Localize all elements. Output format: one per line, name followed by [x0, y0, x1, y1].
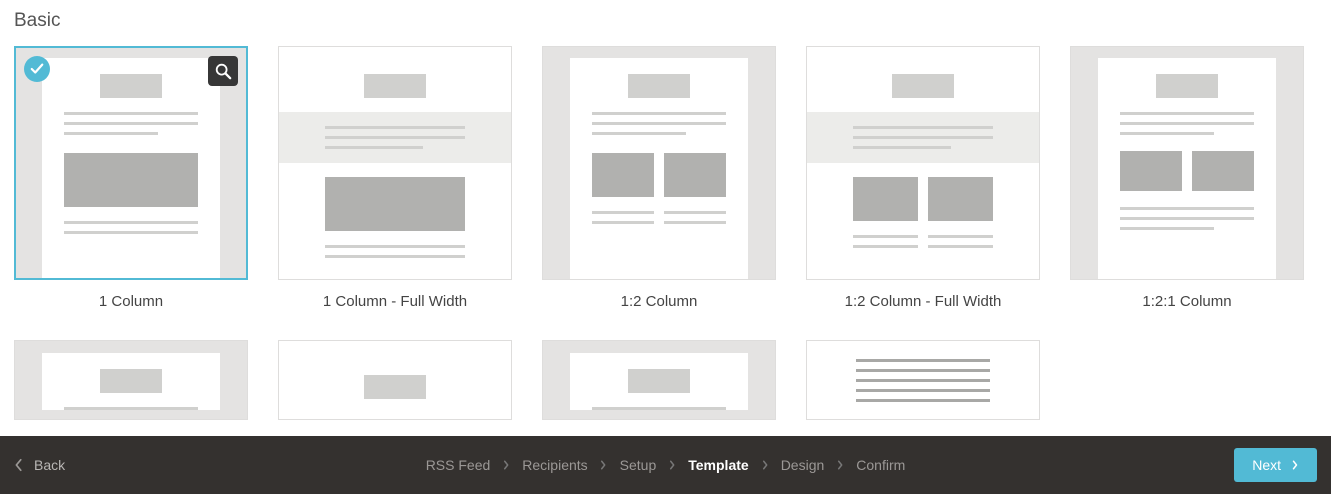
placeholder-image [853, 177, 918, 221]
template-card-partial[interactable] [14, 340, 248, 420]
placeholder-block [892, 74, 954, 98]
wizard-footer: Back RSS Feed Recipients Setup Template … [0, 436, 1331, 494]
placeholder-line [1120, 207, 1254, 210]
template-card-1-2-column-full-width[interactable] [806, 46, 1040, 280]
chevron-left-icon [14, 458, 24, 472]
chevron-right-icon [600, 459, 608, 471]
placeholder-block [100, 369, 162, 393]
placeholder-line [856, 379, 990, 382]
next-button[interactable]: Next [1234, 448, 1317, 482]
section-title: Basic [14, 10, 1317, 32]
template-card-1-2-1-column[interactable] [1070, 46, 1304, 280]
placeholder-line [64, 231, 198, 234]
template-card-partial[interactable] [542, 340, 776, 420]
placeholder-image [64, 153, 198, 207]
placeholder-block [628, 74, 690, 98]
placeholder-line [325, 146, 423, 149]
chevron-right-icon [761, 459, 769, 471]
template-card-partial[interactable] [806, 340, 1040, 420]
placeholder-line [64, 132, 158, 135]
breadcrumb-step-setup[interactable]: Setup [620, 457, 657, 473]
placeholder-image [1192, 151, 1254, 191]
next-label: Next [1252, 457, 1281, 473]
placeholder-line [1120, 132, 1214, 135]
template-label: 1:2 Column - Full Width [845, 293, 1002, 310]
placeholder-image [664, 153, 726, 197]
placeholder-line [325, 255, 465, 258]
template-card-1-column-full-width[interactable] [278, 46, 512, 280]
placeholder-block [100, 74, 162, 98]
placeholder-block [628, 369, 690, 393]
placeholder-line [592, 407, 726, 410]
template-card-1-column[interactable] [14, 46, 248, 280]
chevron-right-icon [668, 459, 676, 471]
placeholder-line [1120, 122, 1254, 125]
placeholder-line [928, 245, 993, 248]
breadcrumb-step-confirm[interactable]: Confirm [856, 457, 905, 473]
placeholder-line [64, 407, 198, 410]
placeholder-line [856, 399, 990, 402]
placeholder-image [928, 177, 993, 221]
placeholder-line [856, 369, 990, 372]
breadcrumb-step-recipients[interactable]: Recipients [522, 457, 587, 473]
template-card-1-2-column[interactable] [542, 46, 776, 280]
placeholder-image [592, 153, 654, 197]
check-icon [24, 56, 50, 82]
template-card-partial[interactable] [278, 340, 512, 420]
placeholder-line [1120, 217, 1254, 220]
placeholder-line [664, 221, 726, 224]
placeholder-line [592, 112, 726, 115]
template-label: 1:2 Column [621, 293, 698, 310]
placeholder-block [364, 74, 426, 98]
placeholder-line [592, 122, 726, 125]
placeholder-line [64, 221, 198, 224]
back-label: Back [34, 457, 65, 473]
template-label: 1:2:1 Column [1142, 293, 1231, 310]
preview-button[interactable] [208, 56, 238, 86]
breadcrumb-step-design[interactable]: Design [781, 457, 825, 473]
template-grid: 1 Column [14, 46, 1317, 420]
placeholder-image [1120, 151, 1182, 191]
placeholder-line [1120, 112, 1254, 115]
search-icon [214, 62, 232, 80]
placeholder-image [325, 177, 465, 231]
template-label: 1 Column - Full Width [323, 293, 467, 310]
template-label: 1 Column [99, 293, 163, 310]
chevron-right-icon [836, 459, 844, 471]
placeholder-line [1120, 227, 1214, 230]
placeholder-line [856, 359, 990, 362]
chevron-right-icon [1291, 459, 1299, 471]
placeholder-block [364, 375, 426, 399]
breadcrumb-step-rss-feed[interactable]: RSS Feed [426, 457, 491, 473]
placeholder-line [853, 146, 951, 149]
chevron-right-icon [502, 459, 510, 471]
placeholder-line [64, 122, 198, 125]
placeholder-line [853, 245, 918, 248]
placeholder-line [592, 132, 686, 135]
placeholder-line [64, 112, 198, 115]
breadcrumb-step-template[interactable]: Template [688, 457, 748, 473]
placeholder-line [856, 389, 990, 392]
breadcrumb: RSS Feed Recipients Setup Template Desig… [426, 457, 906, 473]
back-button[interactable]: Back [14, 457, 65, 473]
placeholder-block [1156, 74, 1218, 98]
placeholder-line [592, 221, 654, 224]
